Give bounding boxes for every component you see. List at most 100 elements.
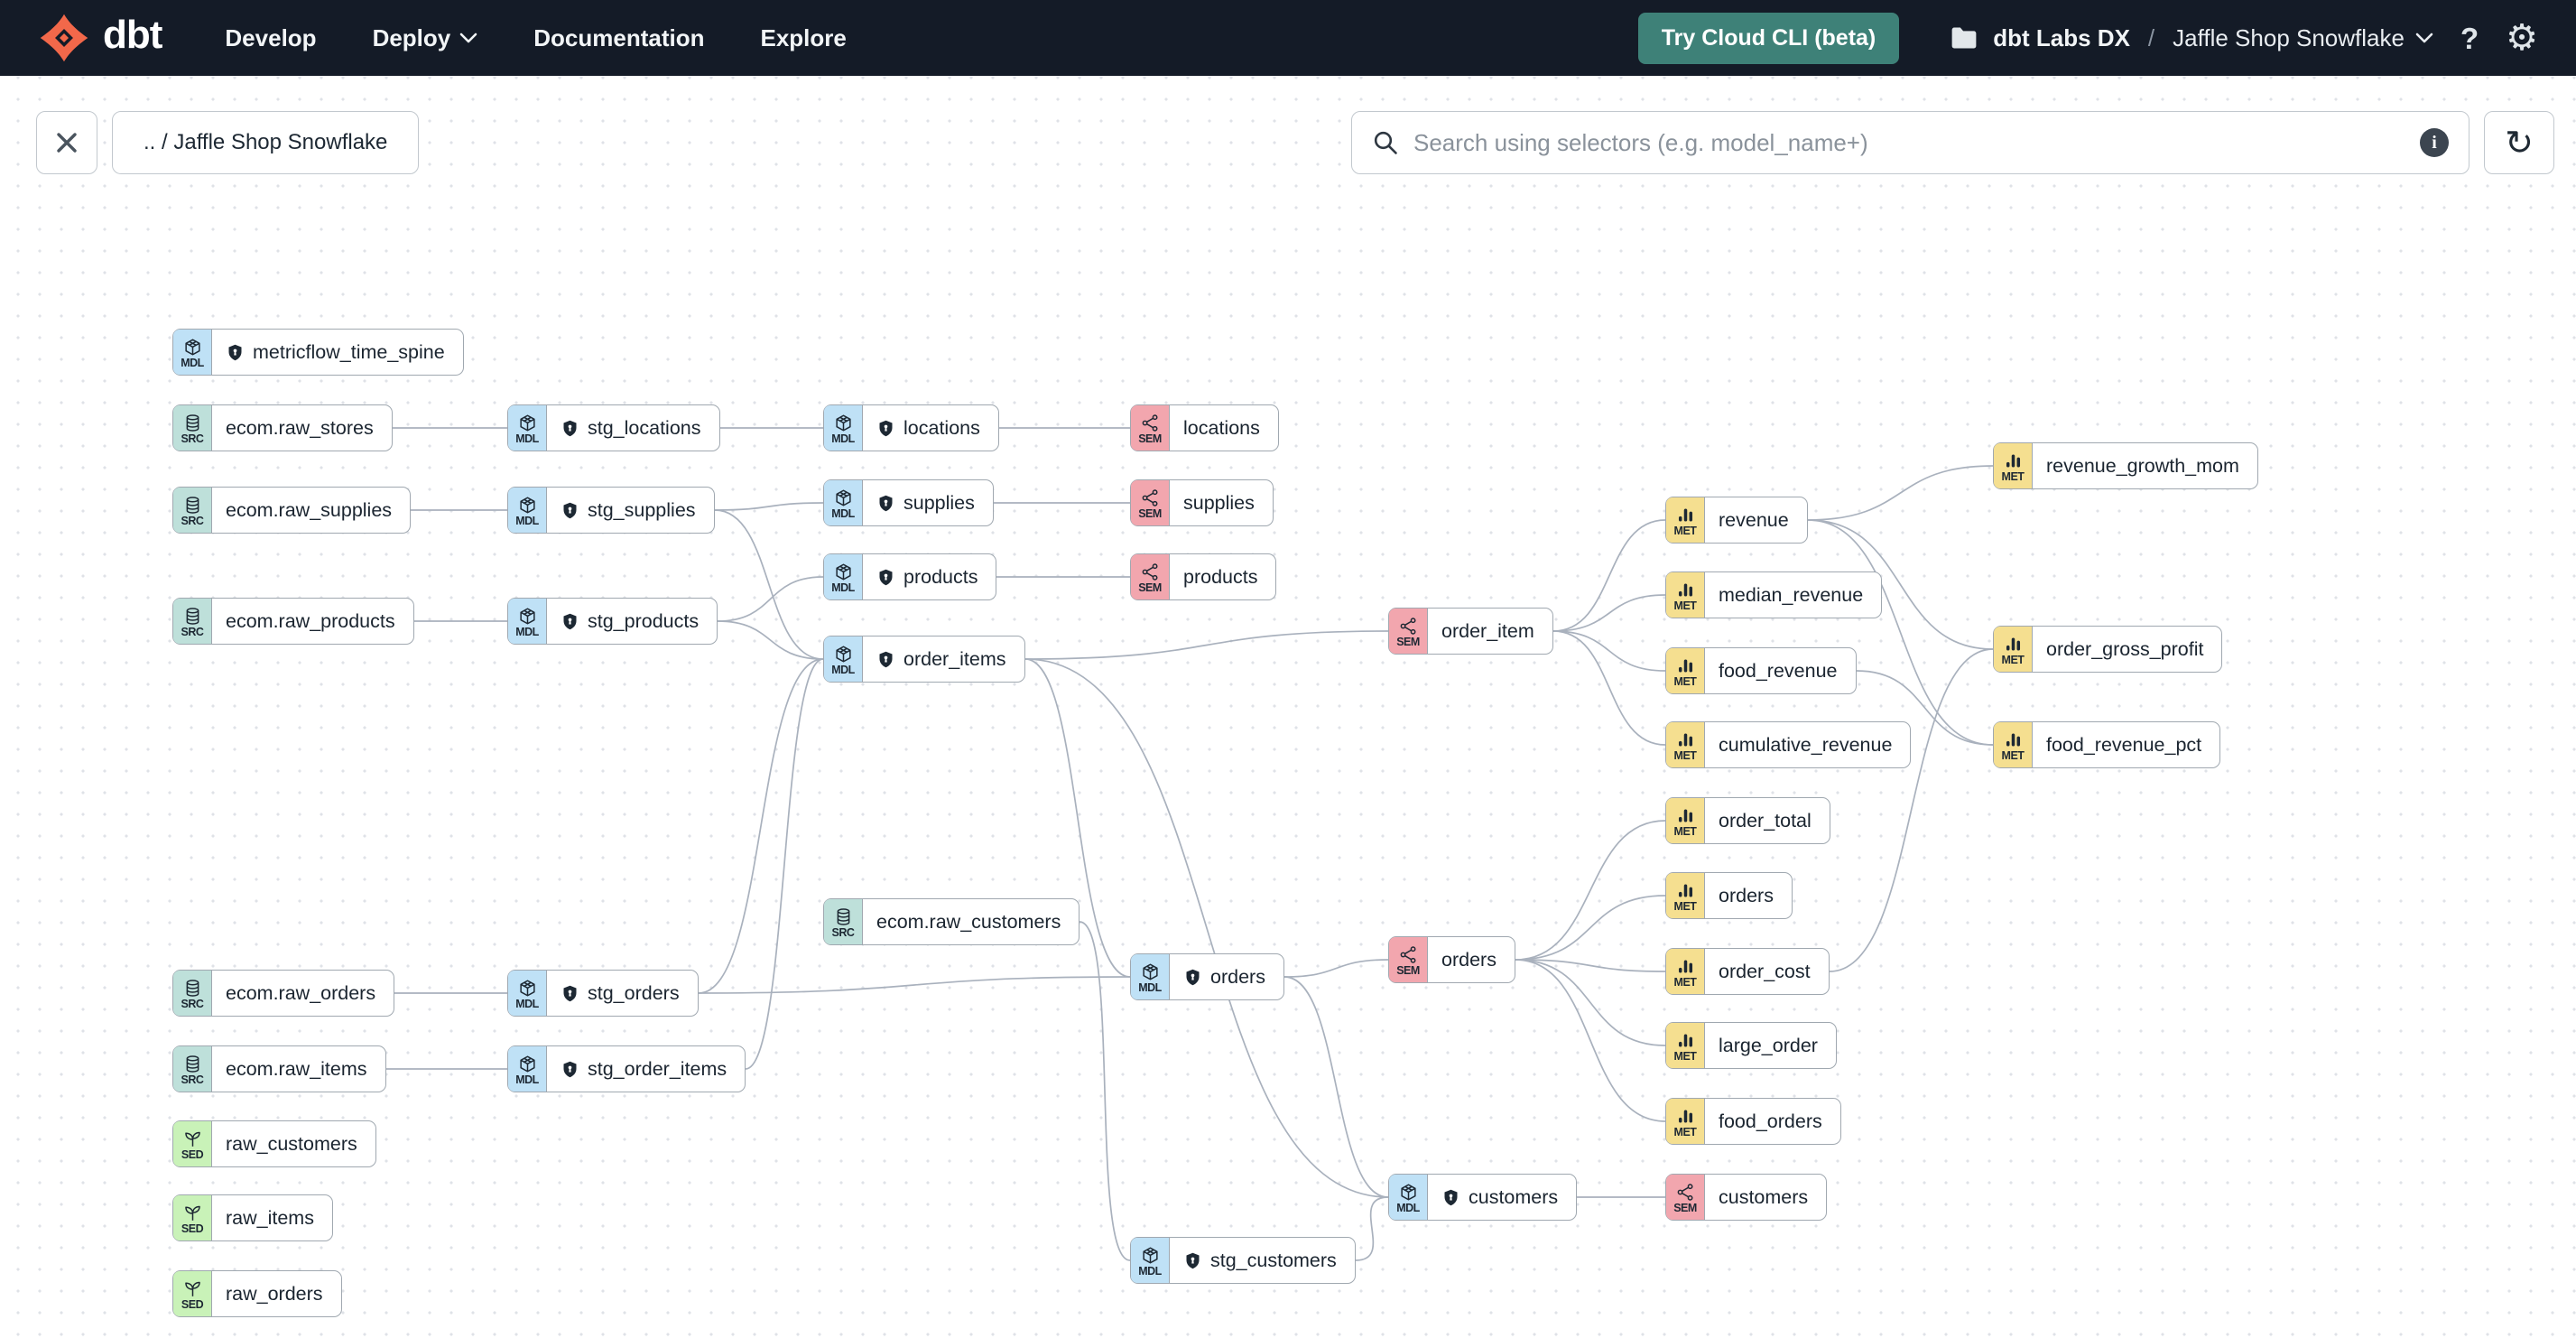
graph-node-order_items[interactable]: MDL order_items [823,636,1025,683]
search-input[interactable] [1413,128,2420,157]
lineage-canvas[interactable]: .. / Jaffle Shop Snowflake i ↻ MDLmetric… [0,76,2576,1338]
shield-icon [1186,1252,1200,1268]
graph-node-src_raw_stores[interactable]: SRC ecom.raw_stores [172,404,393,451]
graph-node-src_raw_orders[interactable]: SRC ecom.raw_orders [172,970,395,1017]
graph-node-order_total[interactable]: MET order_total [1665,797,1830,844]
edge-stg_products-to-products_mdl [717,576,824,622]
graph-node-customers_sem[interactable]: SEM customers [1665,1174,1828,1221]
search-info-icon[interactable]: i [2420,128,2449,157]
graph-node-stg_order_items[interactable]: MDL stg_order_items [507,1045,746,1092]
node-label: order_item [1441,619,1534,642]
graph-node-cumulative_revenue[interactable]: MET cumulative_revenue [1665,721,1912,768]
graph-node-src_raw_supplies[interactable]: SRC ecom.raw_supplies [172,487,412,534]
model-cube-icon: MDL [1131,1238,1170,1283]
try-cloud-cli-button[interactable]: Try Cloud CLI (beta) [1637,12,1900,64]
shield-icon [563,420,577,436]
model-cube-icon: MDL [824,554,863,599]
graph-node-food_orders[interactable]: MET food_orders [1665,1098,1841,1145]
semantic-model-network-icon: SEM [1131,405,1170,451]
edge-order_items-to-order_item_sem [1024,630,1389,660]
edge-revenue-to-revenue_growth_mom [1807,465,1994,521]
node-label: ecom.raw_items [226,1057,367,1080]
graph-node-src_raw_products[interactable]: SRC ecom.raw_products [172,598,414,645]
graph-node-order_gross_profit[interactable]: MET order_gross_profit [1993,626,2223,673]
graph-node-metricflow_time_spine[interactable]: MDL metricflow_time_spine [172,329,464,376]
semantic-model-network-icon: SEM [1389,609,1428,654]
nav-item-deploy[interactable]: Deploy [373,24,478,52]
project-selector[interactable]: Jaffle Shop Snowflake [2173,24,2433,52]
graph-node-stg_customers[interactable]: MDL stg_customers [1130,1237,1356,1284]
model-cube-icon: MDL [824,405,863,451]
node-label: raw_items [226,1206,314,1229]
dbt-logo[interactable]: dbt [38,12,162,64]
chevron-down-icon [459,33,477,43]
graph-node-locations_mdl[interactable]: MDL locations [823,404,999,451]
node-label: ecom.raw_supplies [226,498,393,521]
edge-order_item_sem-to-revenue [1552,519,1666,632]
shield-icon [563,985,577,1001]
graph-node-revenue_growth_mom[interactable]: MET revenue_growth_mom [1993,442,2258,489]
help-button[interactable]: ? [2460,23,2479,53]
edge-stg_order_items-to-order_items [745,658,824,1070]
nav-item-documentation[interactable]: Documentation [533,24,704,52]
node-label: products [1183,565,1258,588]
nav-item-develop[interactable]: Develop [225,24,316,52]
lineage-edges [385,427,1994,1261]
graph-node-food_revenue[interactable]: MET food_revenue [1665,647,1857,694]
graph-node-orders_mdl[interactable]: MDL orders [1130,953,1284,1000]
graph-node-order_cost[interactable]: MET order_cost [1665,948,1830,995]
graph-node-stg_supplies[interactable]: MDL stg_supplies [507,487,715,534]
graph-node-large_order[interactable]: MET large_order [1665,1022,1837,1069]
model-cube-icon: MDL [508,405,547,451]
node-label: food_revenue [1719,659,1838,682]
graph-node-src_raw_customers[interactable]: SRC ecom.raw_customers [823,898,1080,945]
graph-node-supplies_mdl[interactable]: MDL supplies [823,479,994,526]
close-lineage-button[interactable] [36,111,97,174]
source-database-icon: SRC [173,488,212,533]
node-label: locations [1183,416,1260,439]
graph-node-src_raw_items[interactable]: SRC ecom.raw_items [172,1045,386,1092]
graph-node-locations_sem[interactable]: SEM locations [1130,404,1279,451]
model-cube-icon: MDL [508,488,547,533]
graph-node-revenue[interactable]: MET revenue [1665,497,1808,544]
graph-node-seed_raw_customers[interactable]: SED raw_customers [172,1120,376,1167]
chevron-down-icon [2415,33,2433,43]
graph-node-products_sem[interactable]: SEM products [1130,553,1277,600]
graph-node-median_revenue[interactable]: MET median_revenue [1665,571,1883,618]
dbt-logo-text: dbt [103,13,162,57]
shield-icon [228,344,242,360]
graph-node-orders_met[interactable]: MET orders [1665,872,1793,919]
graph-node-products_mdl[interactable]: MDL products [823,553,997,600]
model-cube-icon: MDL [508,971,547,1016]
edge-orders_mdl-to-orders_sem [1283,959,1389,978]
settings-gear-icon[interactable]: ⚙ [2506,20,2538,56]
account-name[interactable]: dbt Labs DX [1993,24,2130,52]
graph-node-stg_orders[interactable]: MDL stg_orders [507,970,699,1017]
node-label: customers [1719,1185,1809,1208]
node-label: revenue_growth_mom [2046,454,2239,477]
graph-node-customers_mdl[interactable]: MDL customers [1388,1174,1578,1221]
graph-node-seed_raw_orders[interactable]: SED raw_orders [172,1270,342,1317]
lineage-breadcrumb[interactable]: .. / Jaffle Shop Snowflake [112,111,420,174]
node-label: revenue [1719,508,1789,531]
graph-node-order_item_sem[interactable]: SEM order_item [1388,608,1553,655]
node-label: stg_order_items [547,1046,745,1092]
graph-node-stg_products[interactable]: MDL stg_products [507,598,718,645]
graph-node-seed_raw_items[interactable]: SED raw_items [172,1194,333,1241]
shield-icon [563,613,577,629]
node-label: orders [1170,954,1283,999]
dbt-logo-icon [40,14,88,62]
folder-icon [1951,27,1977,49]
node-label: large_order [1719,1034,1818,1056]
model-cube-icon: MDL [508,1046,547,1092]
graph-node-supplies_sem[interactable]: SEM supplies [1130,479,1274,526]
graph-node-stg_locations[interactable]: MDL stg_locations [507,404,720,451]
source-database-icon: SRC [173,1046,212,1092]
graph-node-orders_sem[interactable]: SEM orders [1388,936,1515,983]
graph-node-food_revenue_pct[interactable]: MET food_revenue_pct [1993,721,2221,768]
metric-bar-chart-icon: MET [1666,798,1705,843]
model-cube-icon: MDL [1131,954,1170,999]
nav-item-explore[interactable]: Explore [760,24,846,52]
edge-order_item_sem-to-food_revenue [1552,630,1666,672]
refresh-button[interactable]: ↻ [2484,111,2554,174]
